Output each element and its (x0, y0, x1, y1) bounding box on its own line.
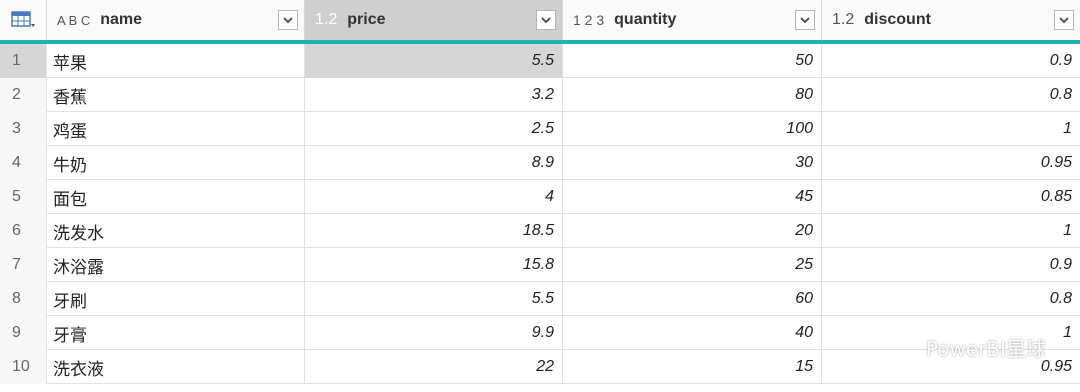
name-cell[interactable]: 牙膏 (47, 316, 305, 350)
chevron-down-icon (800, 17, 810, 24)
discount-cell[interactable]: 0.9 (822, 248, 1080, 282)
chevron-down-icon (541, 17, 551, 24)
table-menu-button[interactable] (0, 0, 47, 40)
quantity-cell[interactable]: 100 (563, 112, 822, 146)
table-body: 1 苹果 5.5 50 0.9 2 香蕉 3.2 80 0.8 3 鸡蛋 2.5… (0, 44, 1080, 392)
price-cell[interactable]: 5.5 (305, 282, 563, 316)
name-cell[interactable]: 面包 (47, 180, 305, 214)
name-cell[interactable]: 洗发水 (47, 214, 305, 248)
table-row[interactable]: 10 洗衣液 22 15 0.95 (0, 350, 1080, 384)
chevron-down-icon (283, 17, 293, 24)
column-filter-button[interactable] (278, 10, 298, 30)
text-type-icon: A B C (57, 12, 91, 28)
discount-cell[interactable]: 0.9 (822, 44, 1080, 78)
discount-cell[interactable]: 1 (822, 112, 1080, 146)
quantity-cell[interactable]: 45 (563, 180, 822, 214)
column-title: quantity (614, 11, 677, 28)
quantity-cell[interactable]: 25 (563, 248, 822, 282)
column-header-quantity[interactable]: 1 2 3 quantity (563, 0, 822, 40)
watermark: PowerBI星球 (925, 337, 1046, 361)
row-number[interactable]: 4 (0, 146, 47, 180)
table-row[interactable]: 2 香蕉 3.2 80 0.8 (0, 78, 1080, 112)
discount-cell[interactable]: 1 (822, 214, 1080, 248)
row-number[interactable]: 10 (0, 350, 47, 384)
column-filter-button[interactable] (1054, 10, 1074, 30)
table-icon (11, 11, 35, 27)
table-row[interactable]: 1 苹果 5.5 50 0.9 (0, 44, 1080, 78)
row-number[interactable]: 7 (0, 248, 47, 282)
table-row[interactable]: 3 鸡蛋 2.5 100 1 (0, 112, 1080, 146)
price-cell[interactable]: 22 (305, 350, 563, 384)
table-row[interactable]: 6 洗发水 18.5 20 1 (0, 214, 1080, 248)
price-cell[interactable]: 2.5 (305, 112, 563, 146)
quantity-cell[interactable]: 80 (563, 78, 822, 112)
price-cell[interactable]: 3.2 (305, 78, 563, 112)
data-grid: A B C name 1.2 price 1 2 3 quantity 1.2 … (0, 0, 1080, 392)
column-header-price[interactable]: 1.2 price (305, 0, 563, 40)
discount-cell[interactable]: 0.8 (822, 78, 1080, 112)
discount-cell[interactable]: 0.8 (822, 282, 1080, 316)
name-cell[interactable]: 香蕉 (47, 78, 305, 112)
name-cell[interactable]: 洗衣液 (47, 350, 305, 384)
row-number[interactable]: 5 (0, 180, 47, 214)
quantity-cell[interactable]: 40 (563, 316, 822, 350)
name-cell[interactable]: 苹果 (47, 44, 305, 78)
row-number[interactable]: 8 (0, 282, 47, 316)
row-number[interactable]: 6 (0, 214, 47, 248)
discount-cell[interactable]: 0.95 (822, 146, 1080, 180)
quantity-cell[interactable]: 15 (563, 350, 822, 384)
table-row[interactable]: 8 牙刷 5.5 60 0.8 (0, 282, 1080, 316)
name-cell[interactable]: 牛奶 (47, 146, 305, 180)
name-cell[interactable]: 鸡蛋 (47, 112, 305, 146)
price-cell[interactable]: 4 (305, 180, 563, 214)
column-filter-button[interactable] (536, 10, 556, 30)
row-number[interactable]: 9 (0, 316, 47, 350)
quantity-cell[interactable]: 30 (563, 146, 822, 180)
column-title: name (100, 11, 143, 28)
price-cell[interactable]: 5.5 (305, 44, 563, 78)
name-cell[interactable]: 牙刷 (47, 282, 305, 316)
decimal-type-icon: 1.2 (315, 11, 338, 28)
price-cell[interactable]: 15.8 (305, 248, 563, 282)
column-title: discount (864, 11, 931, 28)
quantity-cell[interactable]: 50 (563, 44, 822, 78)
table-row[interactable]: 5 面包 4 45 0.85 (0, 180, 1080, 214)
column-header-name[interactable]: A B C name (47, 0, 305, 40)
discount-cell[interactable]: 0.85 (822, 180, 1080, 214)
row-number[interactable]: 3 (0, 112, 47, 146)
column-title: price (347, 11, 386, 28)
chevron-down-icon (1059, 17, 1069, 24)
table-row[interactable]: 9 牙膏 9.9 40 1 (0, 316, 1080, 350)
price-cell[interactable]: 8.9 (305, 146, 563, 180)
name-cell[interactable]: 沐浴露 (47, 248, 305, 282)
row-number[interactable]: 1 (0, 44, 47, 78)
row-number[interactable]: 2 (0, 78, 47, 112)
decimal-type-icon: 1.2 (832, 11, 855, 28)
quantity-cell[interactable]: 20 (563, 214, 822, 248)
table-row[interactable]: 4 牛奶 8.9 30 0.95 (0, 146, 1080, 180)
integer-type-icon: 1 2 3 (573, 12, 605, 28)
column-header-discount[interactable]: 1.2 discount (822, 0, 1080, 40)
column-header-row: A B C name 1.2 price 1 2 3 quantity 1.2 … (0, 0, 1080, 41)
price-cell[interactable]: 9.9 (305, 316, 563, 350)
column-filter-button[interactable] (795, 10, 815, 30)
table-row[interactable]: 7 沐浴露 15.8 25 0.9 (0, 248, 1080, 282)
quantity-cell[interactable]: 60 (563, 282, 822, 316)
price-cell[interactable]: 18.5 (305, 214, 563, 248)
